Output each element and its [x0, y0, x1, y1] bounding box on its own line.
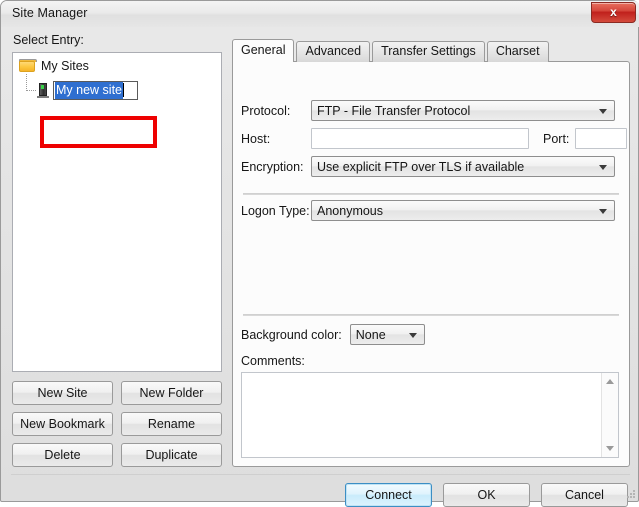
ok-button[interactable]: OK: [443, 483, 530, 507]
server-icon: [37, 82, 50, 98]
general-tab-panel: Protocol: FTP - File Transfer Protocol H…: [232, 61, 630, 467]
tree-item-new-site[interactable]: My new site: [37, 79, 138, 101]
background-color-select-value: None: [355, 327, 386, 342]
tab-general[interactable]: General: [232, 39, 295, 62]
background-color-label: Background color:: [241, 327, 342, 342]
new-bookmark-button[interactable]: New Bookmark: [12, 412, 113, 436]
port-input[interactable]: [575, 128, 628, 149]
background-color-select[interactable]: None: [349, 324, 425, 345]
chevron-down-icon: [408, 333, 417, 338]
logon-type-row: Logon Type: Anonymous: [241, 200, 615, 221]
chevron-down-icon: [599, 165, 607, 170]
encryption-select-value: Use explicit FTP over TLS if available: [317, 159, 525, 174]
folder-icon: [19, 59, 37, 73]
text-caret: [123, 83, 124, 97]
comments-scrollbar[interactable]: [601, 373, 618, 457]
annotation-highlight-rectangle: [40, 116, 157, 148]
tab-transfer-settings[interactable]: Transfer Settings: [372, 41, 485, 62]
encryption-select[interactable]: Use explicit FTP over TLS if available: [311, 156, 615, 177]
delete-button[interactable]: Delete: [12, 443, 113, 467]
logon-type-label: Logon Type:: [241, 203, 310, 218]
scroll-up-icon[interactable]: [602, 373, 618, 390]
background-color-row: Background color: None: [241, 324, 425, 345]
tab-strip: General Advanced Transfer Settings Chars…: [232, 39, 551, 62]
site-tree[interactable]: My Sites My new site: [12, 52, 222, 372]
protocol-label: Protocol:: [241, 103, 291, 118]
port-label: Port:: [543, 131, 570, 146]
tree-root-label: My Sites: [41, 59, 89, 73]
new-site-button[interactable]: New Site: [12, 381, 113, 405]
tree-item-my-sites[interactable]: My Sites: [19, 57, 89, 75]
title-bar[interactable]: Site Manager x: [1, 1, 639, 27]
site-manager-dialog: Site Manager x Select Entry: My Sites My…: [0, 0, 639, 507]
encryption-label: Encryption:: [241, 159, 304, 174]
chevron-down-icon: [599, 109, 607, 114]
protocol-select[interactable]: FTP - File Transfer Protocol: [311, 100, 615, 121]
new-folder-button[interactable]: New Folder: [121, 381, 222, 405]
chevron-down-icon: [599, 209, 607, 214]
site-name-input[interactable]: My new site: [53, 80, 138, 100]
site-name-input-value: My new site: [55, 81, 123, 99]
select-entry-label: Select Entry:: [13, 33, 84, 47]
tab-advanced[interactable]: Advanced: [296, 41, 371, 62]
tree-connector-horizontal: [26, 90, 36, 92]
protocol-select-value: FTP - File Transfer Protocol: [317, 103, 471, 118]
close-icon[interactable]: x: [591, 2, 636, 23]
cancel-button[interactable]: Cancel: [541, 483, 628, 507]
logon-type-select-value: Anonymous: [317, 203, 384, 218]
separator-1: [243, 193, 619, 195]
separator-2: [243, 314, 619, 316]
host-input[interactable]: [311, 128, 529, 149]
scroll-down-icon[interactable]: [602, 440, 618, 457]
tree-connector-vertical: [26, 74, 28, 91]
window-title: Site Manager: [12, 6, 88, 20]
logon-type-select[interactable]: Anonymous: [311, 200, 615, 221]
comments-textarea[interactable]: [241, 372, 619, 458]
connect-button[interactable]: Connect: [345, 483, 432, 507]
encryption-row: Encryption: Use explicit FTP over TLS if…: [241, 156, 615, 177]
tab-charset[interactable]: Charset: [486, 41, 549, 62]
rename-button[interactable]: Rename: [121, 412, 222, 436]
host-row: Host: Port:: [241, 128, 628, 149]
protocol-row: Protocol: FTP - File Transfer Protocol: [241, 100, 615, 121]
dialog-content: Select Entry: My Sites My new site New S…: [1, 27, 639, 507]
duplicate-button[interactable]: Duplicate: [121, 443, 222, 467]
resize-grip[interactable]: [625, 488, 637, 500]
host-label: Host:: [241, 131, 271, 146]
comments-label: Comments:: [241, 354, 305, 368]
footer-separator: [11, 474, 630, 475]
